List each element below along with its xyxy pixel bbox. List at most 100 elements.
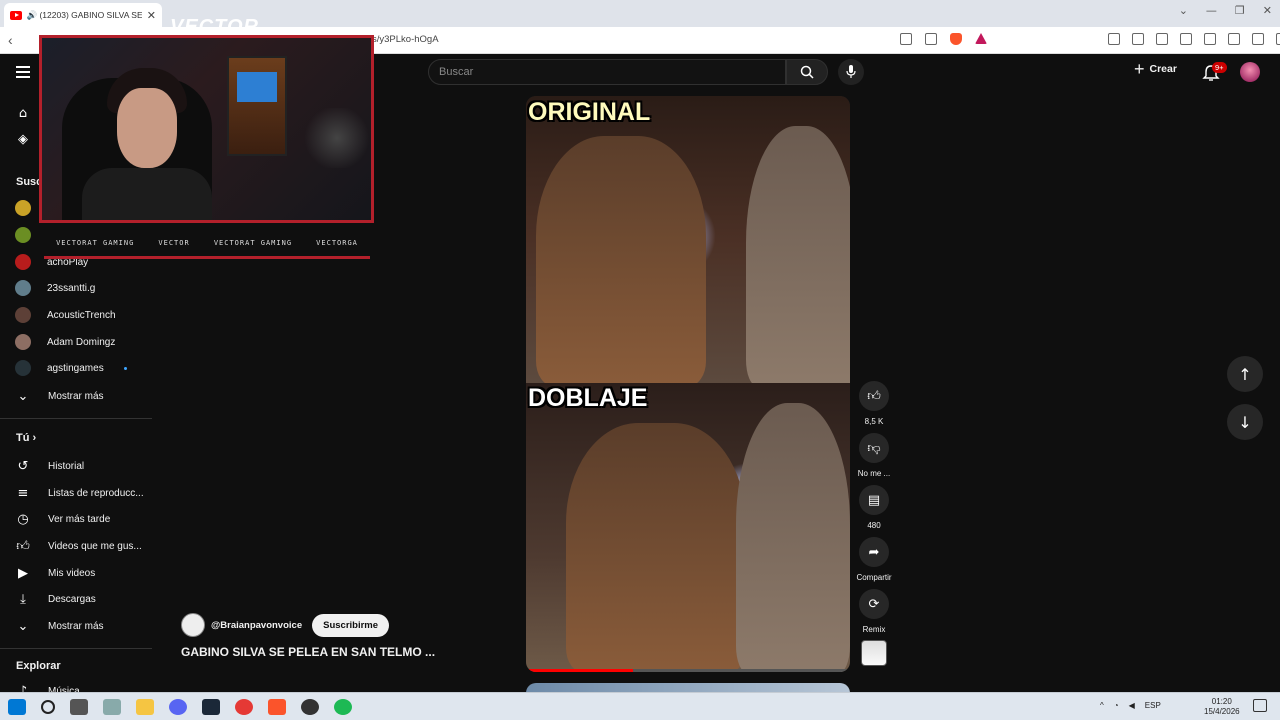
webcam-overlay [39,35,374,223]
user-avatar[interactable] [1240,62,1260,82]
language-indicator[interactable]: ESP [1145,701,1161,710]
restore-icon[interactable]: ❐ [1235,4,1245,17]
sidebar-item-history[interactable]: ↺ Historial [14,457,85,475]
video-progress-bar[interactable] [526,669,850,672]
sidebar-item-watch-later[interactable]: ◷ Ver más tarde [14,510,110,528]
subscription-item[interactable]: agstingames [14,360,127,376]
tab-list-icon[interactable]: ⌄ [1179,4,1188,17]
share-icon[interactable]: ➦ [859,537,889,567]
subscribe-button[interactable]: Suscribirme [312,613,390,637]
window-controls: ⌄ — ❐ ✕ [1179,4,1272,17]
extensions-icon[interactable] [1108,33,1120,45]
sidebar-item-shorts[interactable]: ◈ [14,130,32,148]
previous-short-button[interactable]: ↑ [1227,356,1263,392]
volume-icon[interactable]: ◀ [1129,701,1135,710]
short-title[interactable]: GABINO SILVA SE PELEA EN SAN TELMO ... [181,645,435,659]
channel-avatar [15,334,31,350]
channel-avatar [15,227,31,243]
video-scene-original [526,96,850,386]
person-left [566,423,746,672]
search-input[interactable]: Buscar [428,59,786,85]
remix-icon[interactable]: ⟳ [859,589,889,619]
screen: 🔊 (12203) GABINO SILVA SE PELEA ✕ ⌄ — ❐ … [0,0,1280,720]
brave-icon[interactable] [268,699,286,715]
thumbs-down-icon[interactable]: 👎︎ [859,433,889,463]
tray-chevron-icon[interactable]: ^ [1100,701,1104,710]
subscription-item[interactable] [14,227,47,243]
steam-icon[interactable] [202,699,220,715]
channel-row: @Braianpavonvoice Suscribirme [181,613,390,637]
channel-avatar[interactable] [181,613,205,637]
comments-action[interactable]: ▤ 480 [856,485,892,530]
sidebar-item-downloads[interactable]: ⤓ Descargas [14,590,96,608]
sidebar-item-home[interactable]: ⌂ [14,104,32,122]
subscription-item[interactable]: 23ssantti.g [14,280,95,296]
channel-avatar [15,254,31,270]
thumbs-up-icon[interactable]: 👍︎ [859,381,889,411]
sidebar-icon[interactable] [1180,33,1192,45]
obs-icon[interactable] [301,699,319,715]
next-short-button[interactable]: ↓ [1227,404,1263,440]
hamburger-menu-icon[interactable] [16,66,30,78]
search-icon[interactable] [41,700,55,714]
browser-tab[interactable]: 🔊 (12203) GABINO SILVA SE PELEA ✕ [4,3,162,27]
brave-rewards-icon[interactable] [975,33,987,44]
comment-icon[interactable]: ▤ [859,485,889,515]
app-icon[interactable] [103,699,121,715]
remix-action[interactable]: ⟳ Remix [856,589,892,634]
windows-start-icon[interactable] [8,699,26,715]
address-actions [900,33,987,45]
history-icon: ↺ [17,458,29,474]
sidebar-item-playlists[interactable]: ≡ Listas de reproducc... [14,484,144,502]
spotify-icon[interactable] [334,699,352,715]
sidebar-item-my-videos[interactable]: ▶ Mis videos [14,564,95,582]
new-content-dot [123,366,127,370]
close-tab-icon[interactable]: ✕ [147,9,156,22]
reader-icon[interactable] [900,33,912,45]
share-action[interactable]: ➦ Compartir [856,537,892,582]
clock[interactable]: 01:20 15/4/2026 [1204,697,1240,717]
share-icon[interactable] [925,33,937,45]
youtube-social: VECTORAT GAMING [56,239,135,247]
streamer-face [117,88,177,168]
menu-icon[interactable] [1276,33,1280,45]
social-links-bar: VECTORAT GAMING VECTOR VECTORAT GAMING V… [44,232,370,254]
you-heading[interactable]: Tú › [16,432,36,444]
create-button[interactable]: + Crear [1134,60,1177,78]
discord-icon[interactable] [169,699,187,715]
short-video-player[interactable]: ORIGINAL DOBLAJE [526,96,850,672]
toolbar-actions [1108,33,1280,45]
search-button[interactable] [786,59,828,85]
url-text[interactable]: s/y3PLko-hOgA [372,34,439,45]
close-window-icon[interactable]: ✕ [1263,4,1272,17]
opera-icon[interactable] [235,699,253,715]
vpn-icon[interactable] [1252,33,1264,45]
brave-shield-icon[interactable] [950,33,962,45]
wallet-icon[interactable] [1204,33,1216,45]
taskbar-apps [8,699,352,715]
voice-search-button[interactable] [838,59,864,85]
channel-name[interactable]: @Braianpavonvoice [211,620,302,631]
music-icon[interactable] [1156,33,1168,45]
dislike-action[interactable]: 👎︎ No me ... [856,433,892,478]
like-action[interactable]: 👍︎ 8,5 K [856,381,892,426]
subscription-item[interactable]: Adam Domingz [14,334,115,350]
tab-title: 🔊 (12203) GABINO SILVA SE PELEA [26,9,142,20]
twitch-social: VECTOR [158,239,190,247]
minimize-icon[interactable]: — [1206,4,1217,17]
show-more-subscriptions[interactable]: ⌄ Mostrar más [14,387,104,405]
show-more-you[interactable]: ⌄ Mostrar más [14,617,104,635]
channel-avatar [15,200,31,216]
subscription-item[interactable]: AcousticTrench [14,307,116,323]
sidebar-item-liked[interactable]: 👍︎ Videos que me gus... [14,537,142,555]
search-placeholder: Buscar [439,66,474,78]
back-icon[interactable]: ‹ [8,32,13,48]
task-view-icon[interactable] [70,699,88,715]
notification-center-icon[interactable] [1253,699,1267,712]
leo-icon[interactable] [1228,33,1240,45]
clock-time: 01:20 [1211,697,1232,706]
file-explorer-icon[interactable] [136,699,154,715]
audio-thumbnail[interactable] [861,640,887,666]
screenshot-icon[interactable] [1132,33,1144,45]
wifi-icon[interactable]: ◔ [1114,701,1119,710]
